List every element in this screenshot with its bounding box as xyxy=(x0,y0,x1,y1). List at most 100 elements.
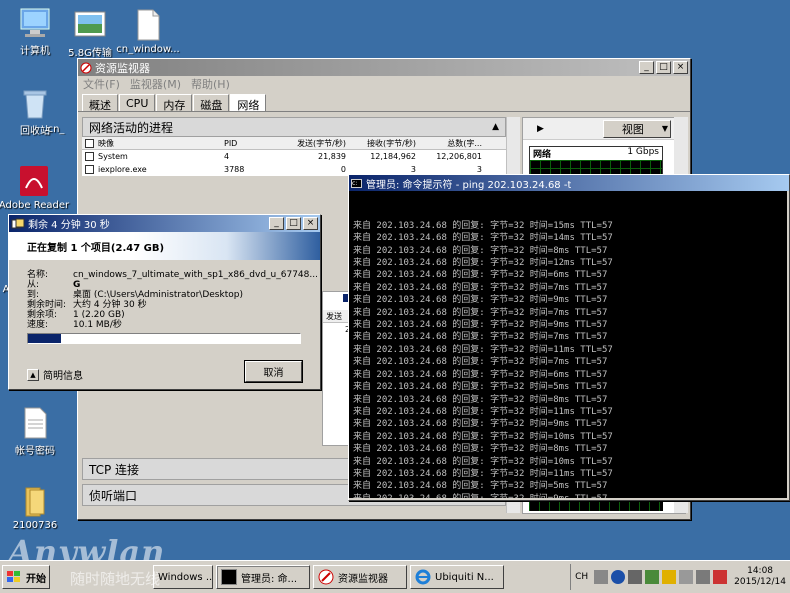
cmd-line: 来自 202.103.24.68 的回复: 字节=32 时间=5ms TTL=5… xyxy=(353,481,608,492)
desktop-icon-folder[interactable]: 2100736 xyxy=(0,484,70,531)
copy-dialog-title: 剩余 4 分钟 30 秒 xyxy=(28,220,110,231)
cmd-line: 来自 202.103.24.68 的回复: 字节=32 时间=15ms TTL=… xyxy=(353,220,613,231)
taskbar-button-explorer[interactable]: Windows ... xyxy=(153,565,213,589)
cmd-line: 来自 202.103.24.68 的回复: 字节=32 时间=8ms TTL=5… xyxy=(353,245,608,256)
keyboard-icon[interactable] xyxy=(594,570,609,584)
taskbar-button-browser[interactable]: Ubiquiti N... xyxy=(410,565,504,589)
detail-key: 速度: xyxy=(27,320,49,330)
tab-overview[interactable]: 概述 xyxy=(82,94,118,112)
menu-monitor[interactable]: 监视器(M) xyxy=(125,76,186,92)
desktop-icon-partial[interactable]: cn_ xyxy=(36,124,76,135)
cancel-button[interactable]: 取消 xyxy=(245,361,302,382)
explorer-label: Windows ... xyxy=(158,571,213,583)
cell-pid: 4 xyxy=(224,152,230,161)
tab-network[interactable]: 网络 xyxy=(230,94,267,112)
menu-help[interactable]: 帮助(H) xyxy=(186,76,235,92)
clock[interactable]: 14:08 2015/12/14 xyxy=(734,566,786,588)
detail-row: 剩余项: 1 (2.20 GB) xyxy=(27,310,320,320)
resource-monitor-title: 资源监视器 xyxy=(95,61,150,75)
network-processes-header[interactable]: 网络活动的进程 ▲ xyxy=(82,117,506,137)
col-send[interactable]: 发送(字节/秒) xyxy=(278,138,346,149)
view-label: 视图 xyxy=(621,122,644,136)
cmd-line: 来自 202.103.24.68 的回复: 字节=32 时间=11ms TTL=… xyxy=(353,468,613,479)
tab-disk[interactable]: 磁盘 xyxy=(193,94,230,112)
cell-recv: 12,184,962 xyxy=(370,152,416,161)
maximize-button[interactable]: □ xyxy=(656,61,671,74)
close-button[interactable]: × xyxy=(673,61,688,74)
detail-key: 剩余时间: xyxy=(27,300,67,310)
flag-icon[interactable] xyxy=(679,570,694,584)
watermark-sub: 随时随地无线 xyxy=(70,570,161,588)
network-graph: 网络 1 Gbps xyxy=(529,146,663,176)
col-total[interactable]: 总数(字... xyxy=(416,138,482,149)
clock-date: 2015/12/14 xyxy=(734,577,786,587)
settings-icon[interactable] xyxy=(628,570,643,584)
text-file-icon xyxy=(18,406,52,440)
row-checkbox[interactable] xyxy=(85,165,94,174)
tab-memory[interactable]: 内存 xyxy=(156,94,193,112)
cmd-line: 来自 202.103.24.68 的回复: 字节=32 时间=8ms TTL=5… xyxy=(353,394,608,405)
select-all-checkbox[interactable] xyxy=(85,138,94,148)
desktop-icon-adobe-reader[interactable]: Adobe Reader xyxy=(0,164,74,211)
cmd-line: 来自 202.103.24.68 的回复: 字节=32 时间=6ms TTL=5… xyxy=(353,270,608,281)
cmd-line: 来自 202.103.24.68 的回复: 字节=32 时间=9ms TTL=5… xyxy=(353,493,783,498)
tab-cpu[interactable]: CPU xyxy=(119,94,156,111)
computer-icon xyxy=(18,6,52,40)
detail-key: 到: xyxy=(27,290,40,300)
col-pid[interactable]: PID xyxy=(224,139,278,148)
table-header-row: 映像 PID 发送(字节/秒) 接收(字节/秒) 总数(字... xyxy=(82,137,506,150)
row-checkbox[interactable] xyxy=(85,152,94,161)
listen-section-title: 侦听端口 xyxy=(89,488,138,503)
start-label: 开始 xyxy=(26,573,46,585)
col-image[interactable]: 映像 xyxy=(98,138,224,149)
col-recv[interactable]: 接收(字节/秒) xyxy=(346,138,416,149)
cmd-line: 来自 202.103.24.68 的回复: 字节=32 时间=11ms TTL=… xyxy=(353,344,613,355)
more-info-toggle[interactable]: ▲ 简明信息 xyxy=(27,367,83,382)
language-indicator[interactable]: CH xyxy=(575,572,588,582)
help-icon[interactable] xyxy=(611,570,626,584)
detail-row: 从: G xyxy=(27,280,320,290)
taskbar-button-cmd[interactable]: 管理员: 命... xyxy=(216,565,310,589)
internet-explorer-icon xyxy=(415,569,431,585)
close-button[interactable]: × xyxy=(303,217,318,230)
more-info-label: 简明信息 xyxy=(43,371,83,382)
detail-row: 速度: 10.1 MB/秒 xyxy=(27,320,320,330)
view-dropdown[interactable]: 视图 ▼ xyxy=(603,119,671,138)
detail-key: 从: xyxy=(27,280,40,290)
cmd-output[interactable]: 来自 202.103.24.68 的回复: 字节=32 时间=15ms TTL=… xyxy=(349,191,787,498)
cmd-line: 来自 202.103.24.68 的回复: 字节=32 时间=8ms TTL=5… xyxy=(353,444,608,455)
expand-icon[interactable]: ▶ xyxy=(537,124,544,134)
detail-value: G xyxy=(73,280,81,290)
cmd-line: 来自 202.103.24.68 的回复: 字节=32 时间=7ms TTL=5… xyxy=(353,307,608,318)
desktop-icon-label: cn_window... xyxy=(116,44,180,55)
warning-icon[interactable] xyxy=(662,570,677,584)
network-icon[interactable] xyxy=(645,570,660,584)
cmd-line: 来自 202.103.24.68 的回复: 字节=32 时间=14ms TTL=… xyxy=(353,233,613,244)
maximize-button[interactable]: □ xyxy=(286,217,301,230)
cell-total: 12,206,801 xyxy=(436,152,482,161)
volume-muted-icon[interactable] xyxy=(713,570,728,584)
desktop-icon-passwords[interactable]: 帐号密码 xyxy=(0,406,70,457)
process-table: 映像 PID 发送(字节/秒) 接收(字节/秒) 总数(字... System … xyxy=(82,137,506,176)
menu-file[interactable]: 文件(F) xyxy=(78,76,125,92)
desktop-icon-label: 2100736 xyxy=(12,520,58,531)
graph-scale: 1 Gbps xyxy=(627,147,659,157)
minimize-button[interactable]: _ xyxy=(639,61,654,74)
cmd-line: 来自 202.103.24.68 的回复: 字节=32 时间=12ms TTL=… xyxy=(353,258,613,269)
copy-progress-bar xyxy=(27,333,301,344)
collapse-icon[interactable]: ▲ xyxy=(27,368,39,381)
collapse-up-icon[interactable]: ▲ xyxy=(492,122,499,132)
cmd-window: c: 管理员: 命令提示符 - ping 202.103.24.68 -t 来自… xyxy=(348,174,790,501)
desktop-icon-label: 帐号密码 xyxy=(15,446,55,457)
desktop-icon-label: Adobe Reader xyxy=(0,200,70,211)
detail-row: 到: 桌面 (C:\Users\Administrator\Desktop) xyxy=(27,290,320,300)
display-icon[interactable] xyxy=(696,570,711,584)
cancel-label: 取消 xyxy=(263,368,284,379)
adobe-reader-icon xyxy=(17,164,51,198)
desktop-icon-iso[interactable]: cn_window... xyxy=(113,8,183,55)
resource-monitor-tabs: 概述 CPU 内存 磁盘 网络 xyxy=(78,92,690,112)
taskbar-button-resmon[interactable]: 资源监视器 xyxy=(313,565,407,589)
table-row[interactable]: System 4 21,839 12,184,962 12,206,801 xyxy=(82,150,506,163)
minimize-button[interactable]: _ xyxy=(269,217,284,230)
start-button[interactable]: 开始 xyxy=(2,565,50,589)
